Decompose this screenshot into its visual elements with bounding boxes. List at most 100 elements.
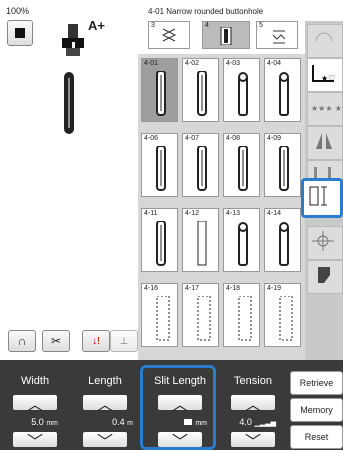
tension-label: Tension	[234, 375, 272, 387]
end-point-button[interactable]	[307, 260, 343, 294]
stitch-cell-4-03[interactable]: 4-03	[223, 58, 260, 122]
foot-code: A+	[88, 18, 105, 33]
square-icon	[15, 28, 25, 38]
undo-button[interactable]	[307, 24, 343, 58]
stitch-code: 4-03	[226, 60, 241, 67]
stitch-preview-icon	[64, 72, 74, 134]
zoom-label: 100%	[6, 6, 30, 16]
slit-length-selection	[140, 365, 216, 450]
cut-button[interactable]: ✂	[42, 330, 70, 352]
thread-button[interactable]: ∩	[8, 330, 36, 352]
svg-text:★♡: ★♡	[321, 74, 335, 83]
tension-up-button[interactable]: ︿	[231, 395, 275, 414]
flag-icon	[318, 267, 330, 283]
stitch-cell-4-09[interactable]: 4-09	[264, 133, 301, 197]
stitch-cell-4-12[interactable]: 4-12	[182, 208, 219, 272]
category-tab-3[interactable]: 3	[148, 21, 190, 49]
chevron-down-icon: ﹀	[244, 433, 261, 451]
stitch-code: 4-09	[267, 135, 282, 142]
buttonhole-stitch-icon	[279, 72, 289, 116]
mirror-icon	[316, 133, 332, 149]
needle-position-button[interactable]	[307, 226, 343, 260]
stitch-code: 4-19	[267, 285, 282, 292]
buttonhole-stitch-icon	[279, 222, 289, 266]
stitch-cell-4-17[interactable]: 4-17	[182, 283, 219, 347]
tie-off-icon: ⊥	[119, 335, 129, 347]
stitch-char-icon: ★♡	[312, 65, 335, 83]
retrieve-button[interactable]: Retrieve	[290, 371, 343, 395]
stitch-cell-4-06[interactable]: 4-06	[141, 133, 178, 197]
stitch-code: 4-17	[185, 285, 200, 292]
stitch-code: 4-08	[226, 135, 241, 142]
buttonhole-stitch-icon	[197, 146, 207, 191]
stitch-code: 4-16	[144, 285, 159, 292]
buttonhole-stitch-icon	[238, 296, 252, 341]
chevron-down-icon: ﹀	[96, 433, 113, 451]
buttonhole-stitch-icon	[238, 72, 248, 116]
buttonhole-stitch-icon	[197, 71, 207, 116]
category-tab-4[interactable]: 4	[202, 21, 250, 49]
stitch-cell-4-13[interactable]: 4-13	[223, 208, 260, 272]
decorative-button[interactable]: ★♡	[307, 58, 343, 92]
width-up-button[interactable]: ︿	[13, 395, 57, 414]
length-down-button[interactable]: ﹀	[83, 432, 127, 451]
stitch-cell-4-01[interactable]: 4-01	[141, 58, 178, 122]
width-control: Width ︿ ﹀ 5.0 mm	[0, 360, 70, 451]
stitch-code: 4-18	[226, 285, 241, 292]
buttonhole-stitch-icon	[279, 146, 289, 191]
zigzag-icon	[272, 30, 286, 44]
stitch-cell-4-19[interactable]: 4-19	[264, 283, 301, 347]
stitch-cell-4-16[interactable]: 4-16	[141, 283, 178, 347]
reset-button[interactable]: Reset	[290, 425, 343, 449]
tie-off-button[interactable]: ⊥	[110, 330, 138, 352]
stitch-code: 4-13	[226, 210, 241, 217]
rotate-icon	[315, 32, 333, 42]
chevron-up-icon: ︿	[96, 396, 113, 414]
thread-icon: ∩	[17, 334, 27, 348]
stitch-cell-4-07[interactable]: 4-07	[182, 133, 219, 197]
tension-control: Tension ︿ ﹀ 4.0 ▁▂▃▅	[218, 360, 288, 451]
reinforce-button[interactable]: ↓!	[82, 330, 110, 352]
length-value: 0.4 m	[112, 417, 133, 427]
scissors-icon: ✂	[50, 334, 62, 348]
buttonhole-icon	[220, 27, 232, 45]
buttonhole-stitch-icon	[238, 146, 248, 191]
stitch-cell-4-02[interactable]: 4-02	[182, 58, 219, 122]
chevron-up-icon: ︿	[244, 396, 261, 414]
memory-button[interactable]: Memory	[290, 398, 343, 422]
mirror-button[interactable]	[307, 126, 343, 160]
stitch-cell-4-04[interactable]: 4-04	[264, 58, 301, 122]
length-label: Length	[88, 375, 122, 387]
buttonhole-stitch-icon	[156, 71, 166, 116]
tension-value: 4.0 ▁▂▃▅	[239, 417, 276, 427]
buttonhole-stitch-icon	[156, 296, 170, 341]
category-tab-5[interactable]: 5	[256, 21, 298, 49]
buttonhole-length-icon	[309, 186, 327, 206]
stitch-code: 4-02	[185, 60, 200, 67]
pattern-title: 4-01 Narrow rounded buttonhole	[148, 7, 264, 16]
reinforce-icon: ↓!	[92, 335, 100, 347]
needle-position-icon	[312, 231, 334, 251]
stitch-cell-4-11[interactable]: 4-11	[141, 208, 178, 272]
stitch-code: 4-14	[267, 210, 282, 217]
length-up-button[interactable]: ︿	[83, 395, 127, 414]
stitch-cell-4-18[interactable]: 4-18	[223, 283, 260, 347]
chevron-up-icon: ︿	[26, 396, 43, 414]
stitch-code: 4-01	[144, 60, 159, 67]
buttonhole-length-button[interactable]	[301, 178, 343, 218]
tension-down-button[interactable]: ﹀	[231, 432, 275, 451]
category-num: 4	[205, 22, 209, 29]
width-down-button[interactable]: ﹀	[13, 432, 57, 451]
satin-pattern-icon	[161, 28, 177, 42]
stitch-code: 4-04	[267, 60, 282, 67]
length-control: Length ︿ ﹀ 0.4 m	[70, 360, 140, 451]
star-pattern-button[interactable]: ★★★ ★	[307, 92, 343, 126]
zoom-button[interactable]	[7, 20, 33, 46]
stitch-code: 4-12	[185, 210, 200, 217]
stitch-cell-4-14[interactable]: 4-14	[264, 208, 301, 272]
stitch-cell-4-08[interactable]: 4-08	[223, 133, 260, 197]
buttonhole-stitch-icon	[279, 296, 293, 341]
buttonhole-stitch-icon	[156, 221, 166, 266]
category-num: 5	[259, 22, 263, 29]
star-icon: ★★★ ★	[311, 104, 342, 113]
